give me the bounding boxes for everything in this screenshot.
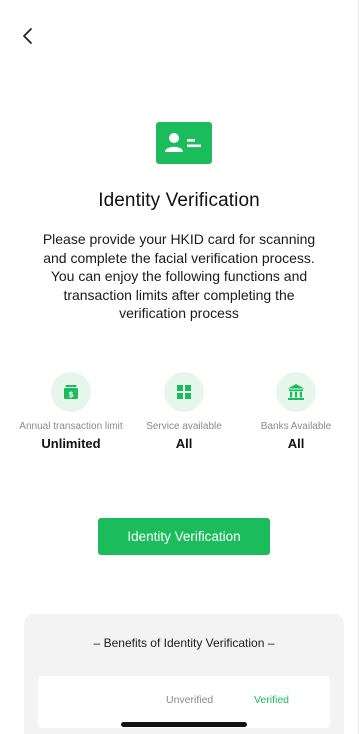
feature-services: Service available All bbox=[124, 372, 244, 451]
feature-value: All bbox=[287, 436, 305, 451]
benefits-panel: – Benefits of Identity Verification – Un… bbox=[24, 614, 344, 734]
feature-label: Annual transaction limit bbox=[19, 421, 123, 432]
column-unverified: Unverified bbox=[166, 694, 214, 706]
feature-value: All bbox=[175, 436, 193, 451]
column-verified: Verified bbox=[254, 694, 290, 706]
back-button[interactable] bbox=[14, 22, 42, 50]
feature-label: Banks Available bbox=[260, 421, 332, 432]
feature-label: Service available bbox=[146, 421, 222, 432]
feature-value: Unlimited bbox=[41, 436, 101, 451]
benefits-comparison-table: Unverified Verified bbox=[38, 676, 330, 728]
feature-transaction-limit: $ Annual transaction limit Unlimited bbox=[11, 372, 131, 451]
benefits-title: – Benefits of Identity Verification – bbox=[93, 636, 275, 650]
svg-text:$: $ bbox=[68, 390, 74, 399]
bank-icon bbox=[276, 372, 316, 412]
chevron-left-icon bbox=[23, 28, 32, 44]
verification-screen: Identity Verification Please provide you… bbox=[0, 0, 359, 734]
feature-banks: Banks Available All bbox=[236, 372, 356, 451]
identity-verification-button[interactable]: Identity Verification bbox=[98, 518, 270, 555]
feature-list: $ Annual transaction limit Unlimited Ser… bbox=[0, 372, 358, 462]
grid-icon bbox=[164, 372, 204, 412]
home-indicator[interactable] bbox=[121, 722, 247, 727]
money-icon: $ bbox=[51, 372, 91, 412]
page-title: Identity Verification bbox=[98, 190, 260, 211]
id-card-icon bbox=[156, 122, 212, 164]
page-description: Please provide your HKID card for scanni… bbox=[42, 231, 316, 321]
